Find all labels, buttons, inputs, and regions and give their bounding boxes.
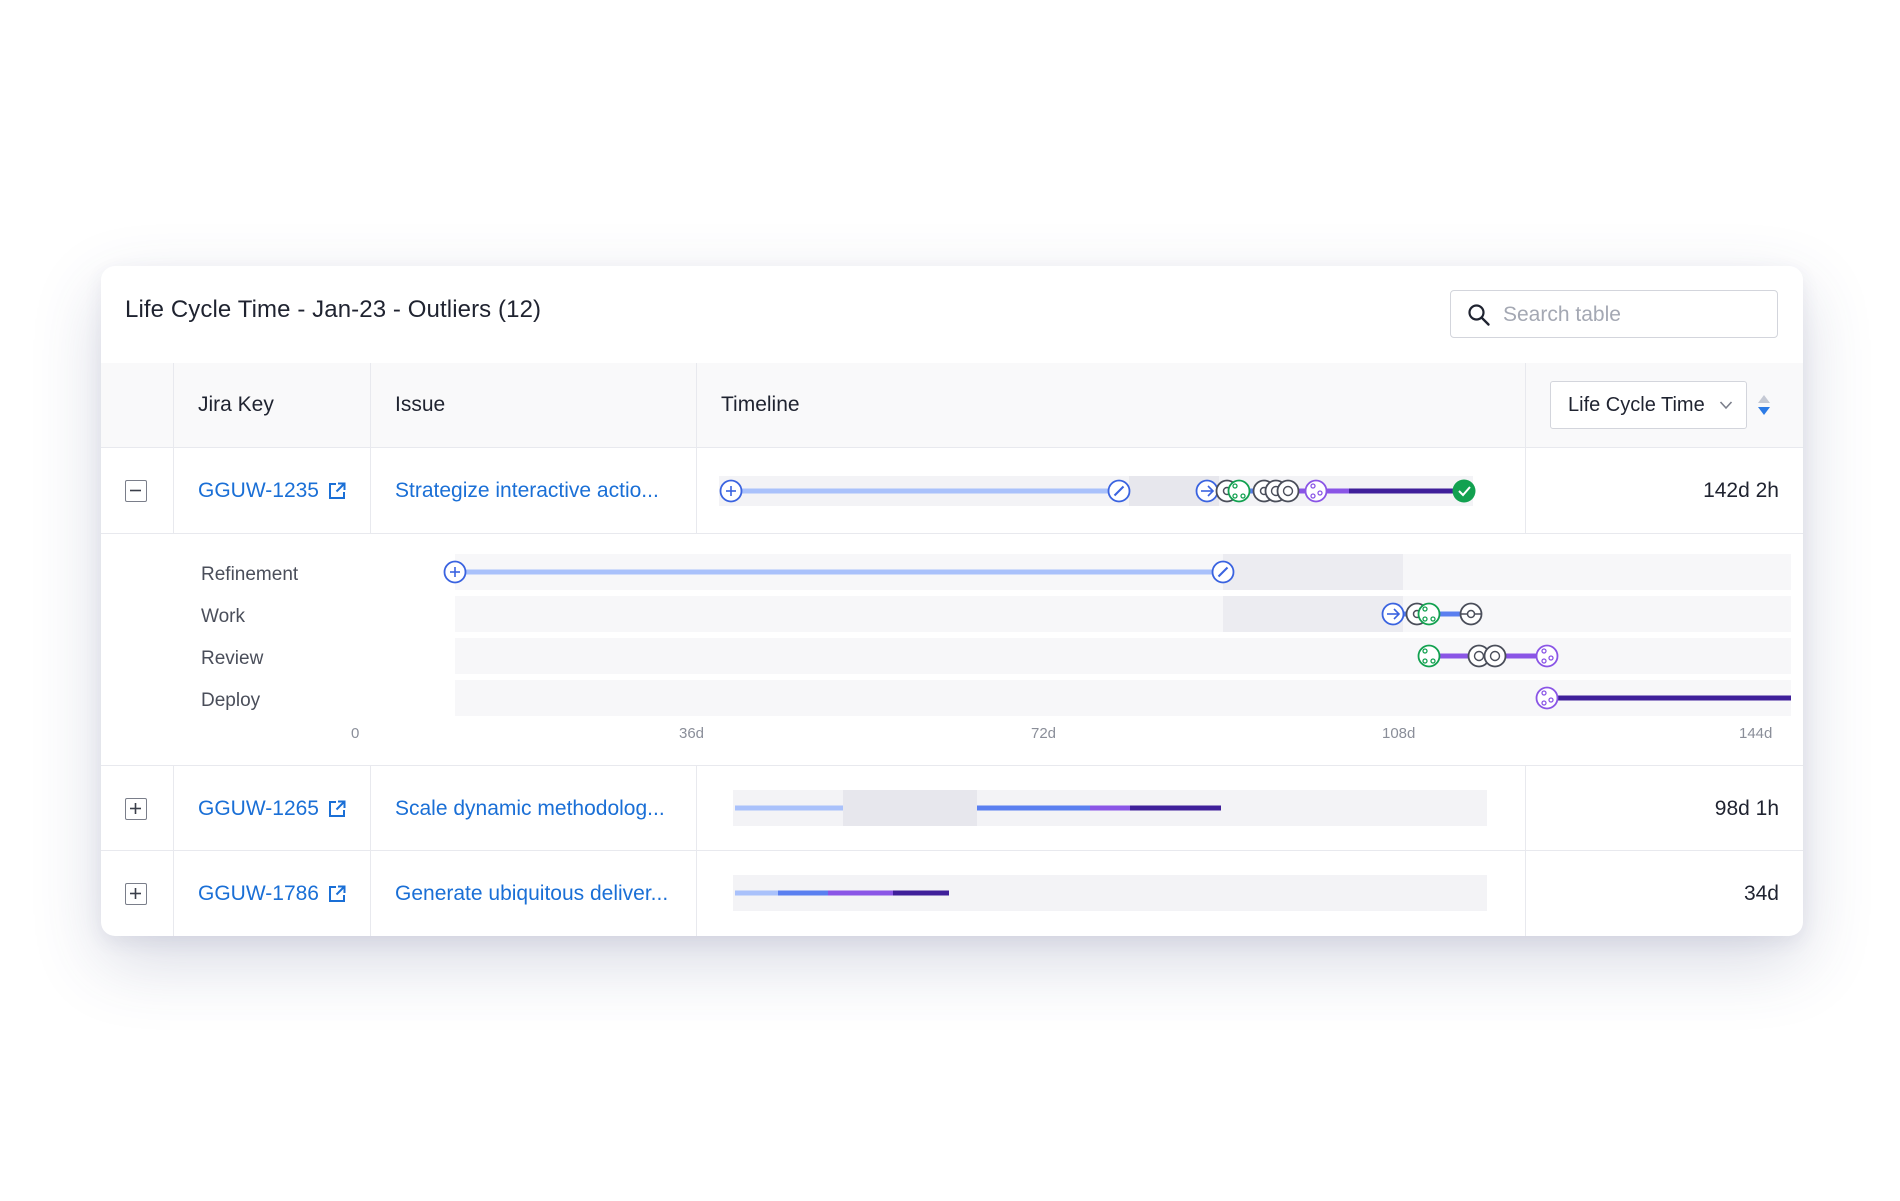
row-timeline xyxy=(719,476,1476,506)
comment-icon[interactable] xyxy=(1483,644,1507,668)
collapse-icon xyxy=(130,489,141,492)
phase-label-refinement: Refinement xyxy=(201,564,299,585)
issue-link[interactable]: Strategize interactive actio... xyxy=(395,479,685,503)
phase-label-deploy: Deploy xyxy=(201,690,261,711)
pull-request-icon[interactable] xyxy=(1417,602,1441,626)
jira-key-link[interactable]: GGUW-1786 xyxy=(198,882,319,906)
life-cycle-duration: 34d xyxy=(1743,882,1779,905)
start-work-icon[interactable] xyxy=(1195,479,1219,503)
axis-tick-label: 72d xyxy=(1031,725,1057,742)
external-link-icon[interactable] xyxy=(328,482,346,500)
jira-key-link[interactable]: GGUW-1265 xyxy=(198,797,319,821)
life-cycle-card: Life Cycle Time - Jan-23 - Outliers (12)… xyxy=(101,266,1803,936)
phase-label-review: Review xyxy=(201,648,264,669)
axis-tick-label: 0 xyxy=(351,725,360,742)
pull-request-icon[interactable] xyxy=(1417,644,1441,668)
review-track xyxy=(455,638,1791,674)
chevron-down-icon xyxy=(1719,401,1733,410)
axis-tick-label: 36d xyxy=(679,725,705,742)
life-cycle-duration: 142d 2h xyxy=(1703,479,1779,502)
deployed-check-icon[interactable] xyxy=(1452,479,1476,503)
search-icon xyxy=(1468,304,1490,326)
external-link-icon[interactable] xyxy=(328,800,346,818)
created-icon[interactable] xyxy=(719,479,743,503)
table-row[interactable]: GGUW-1265 Scale dynamic methodolog... 98… xyxy=(101,766,1803,851)
axis-tick-label: 108d xyxy=(1382,725,1416,742)
start-work-icon[interactable] xyxy=(1381,602,1405,626)
merge-icon[interactable] xyxy=(1535,686,1559,710)
issue-link[interactable]: Scale dynamic methodolog... xyxy=(395,797,685,821)
table-row[interactable]: GGUW-1235 Strategize interactive actio..… xyxy=(101,448,1803,534)
sort-select-value: Life Cycle Time xyxy=(1568,394,1705,416)
jira-key-link[interactable]: GGUW-1235 xyxy=(198,479,319,503)
axis-tick-label: 144d xyxy=(1739,725,1773,742)
created-icon[interactable] xyxy=(443,560,467,584)
pull-request-icon[interactable] xyxy=(1227,479,1251,503)
life-cycle-duration: 98d 1h xyxy=(1714,797,1779,820)
card-title: Life Cycle Time - Jan-23 - Outliers (12) xyxy=(125,296,542,323)
phase-label-work: Work xyxy=(201,606,245,627)
column-header-jira-key[interactable]: Jira Key xyxy=(198,393,274,417)
timeline-wait-shade xyxy=(843,790,977,826)
expand-icon xyxy=(130,888,141,899)
sort-select[interactable]: Life Cycle Time xyxy=(1550,381,1747,429)
expand-row-button[interactable] xyxy=(125,798,147,820)
expand-icon xyxy=(130,803,141,814)
sort-arrows-icon[interactable] xyxy=(1757,394,1771,416)
card-header: Life Cycle Time - Jan-23 - Outliers (12) xyxy=(101,266,1803,364)
refinement-wait-shade xyxy=(1223,554,1403,590)
work-track xyxy=(455,596,1791,632)
work-wait-shade xyxy=(1223,596,1403,632)
merge-icon[interactable] xyxy=(1304,479,1328,503)
search-input[interactable] xyxy=(1501,299,1765,331)
table-header: Jira Key Issue Timeline Life Cycle Time xyxy=(101,363,1803,448)
search-box[interactable] xyxy=(1450,290,1778,338)
column-header-timeline[interactable]: Timeline xyxy=(721,393,800,417)
table-row[interactable]: GGUW-1786 Generate ubiquitous deliver...… xyxy=(101,851,1803,936)
phase-timeline-chart xyxy=(443,554,1791,716)
merge-icon[interactable] xyxy=(1535,644,1559,668)
edit-icon[interactable] xyxy=(1107,479,1131,503)
commit-icon[interactable] xyxy=(1459,602,1483,626)
external-link-icon[interactable] xyxy=(328,885,346,903)
row-timeline xyxy=(733,875,1487,911)
comment-icon[interactable] xyxy=(1276,479,1300,503)
row-timeline xyxy=(733,790,1487,826)
collapse-row-button[interactable] xyxy=(125,480,147,502)
edit-icon[interactable] xyxy=(1211,560,1235,584)
issue-link[interactable]: Generate ubiquitous deliver... xyxy=(395,882,685,906)
column-header-issue[interactable]: Issue xyxy=(395,393,445,417)
expand-row-button[interactable] xyxy=(125,883,147,905)
